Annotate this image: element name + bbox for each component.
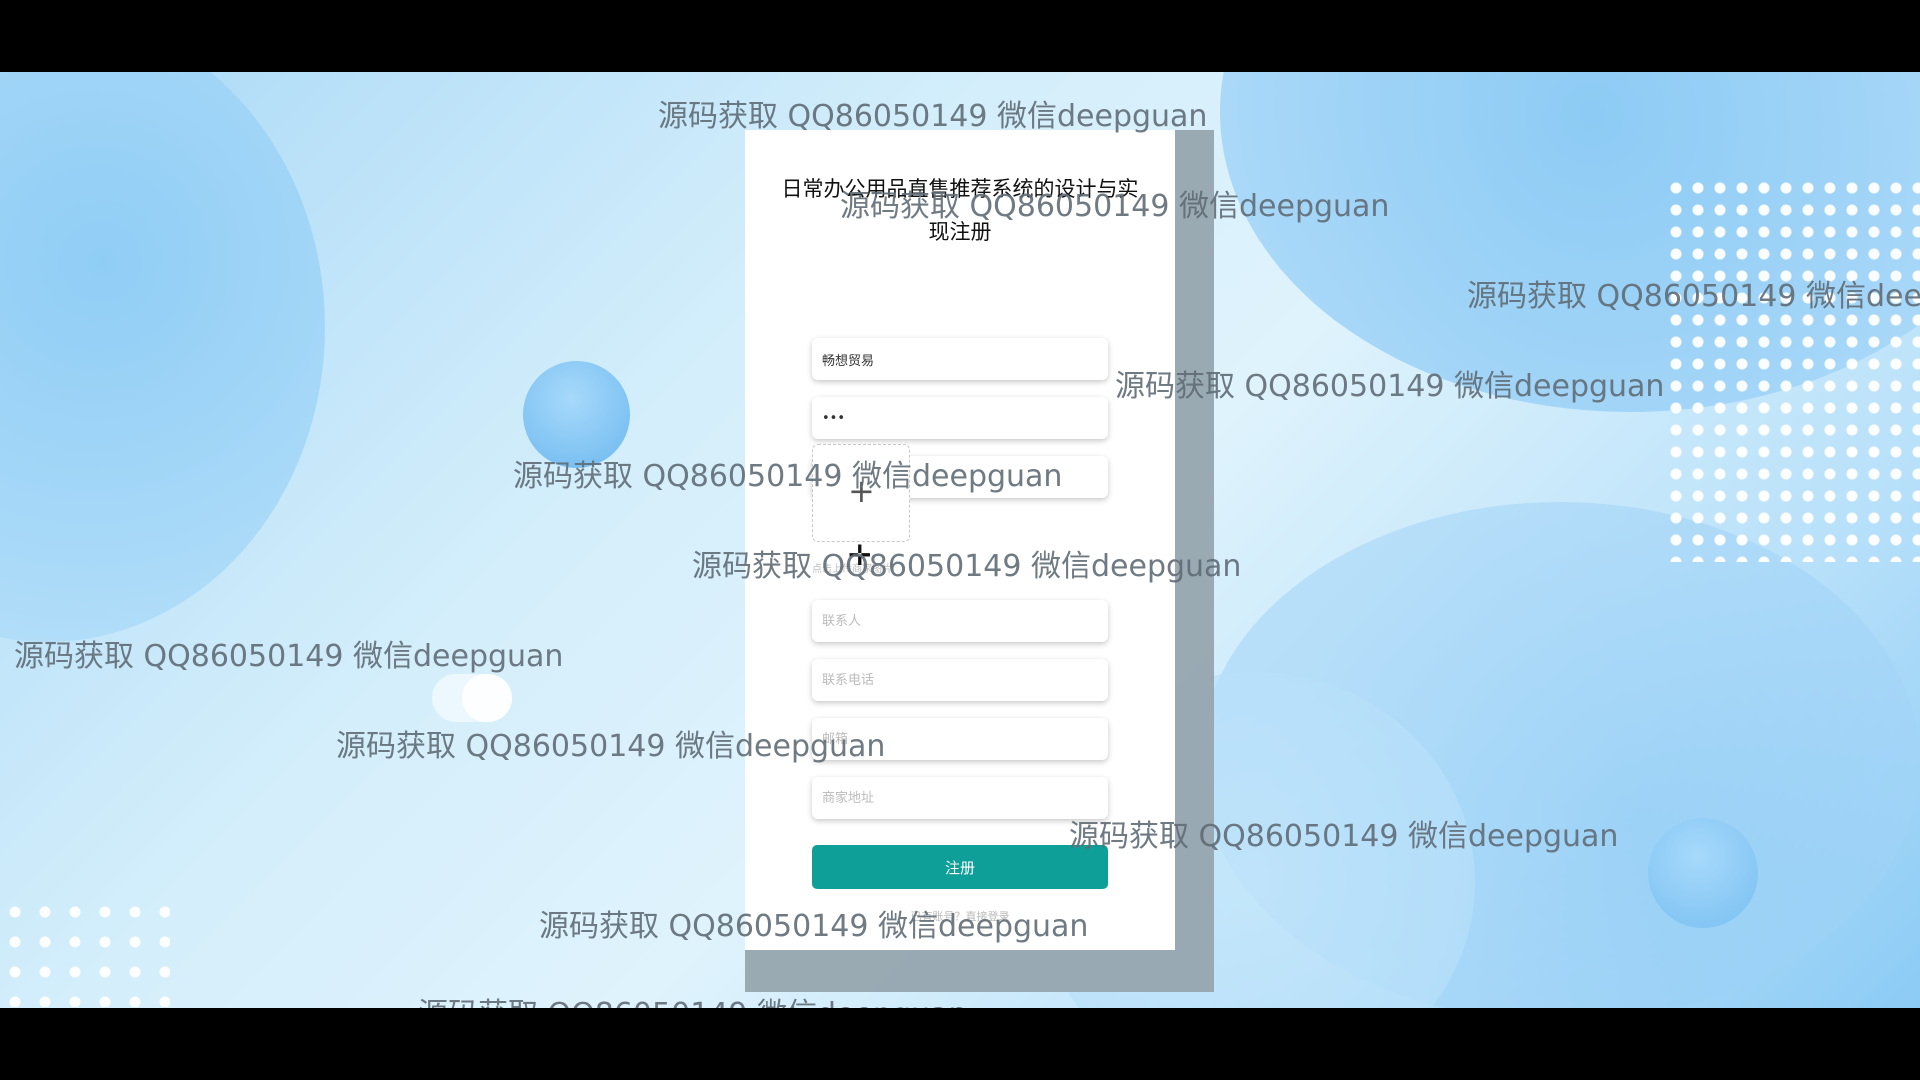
bg-dot-pattern: [0, 897, 170, 1007]
register-card: 日常办公用品直售推荐系统的设计与实现注册 + 点击上传商家图片 注册 已有账号？…: [745, 130, 1175, 950]
email-input[interactable]: [812, 718, 1108, 760]
contact-input[interactable]: [812, 600, 1108, 642]
username-input[interactable]: [812, 338, 1108, 380]
watermark: 源码获取 QQ86050149 微信deepguan: [14, 639, 564, 674]
register-button[interactable]: 注册: [812, 845, 1108, 889]
bg-circle: [0, 72, 325, 642]
screen: 日常办公用品直售推荐系统的设计与实现注册 + 点击上传商家图片 注册 已有账号？…: [0, 72, 1920, 1008]
watermark: 源码获取 QQ86050149 微信deepguan: [658, 99, 1208, 134]
image-upload[interactable]: +: [812, 444, 910, 542]
address-input[interactable]: [812, 777, 1108, 819]
phone-input[interactable]: [812, 659, 1108, 701]
login-link[interactable]: 已有账号？直接登录: [745, 908, 1175, 924]
page-title: 日常办公用品直售推荐系统的设计与实现注册: [781, 177, 1139, 244]
bg-small-circle: [1648, 818, 1758, 928]
bg-dot-pattern: [1665, 177, 1920, 562]
password-input[interactable]: [812, 397, 1108, 439]
plus-icon: +: [848, 472, 875, 510]
bg-pill: [462, 674, 512, 722]
bg-small-circle: [523, 361, 630, 468]
cursor-icon: ✛: [848, 539, 872, 572]
